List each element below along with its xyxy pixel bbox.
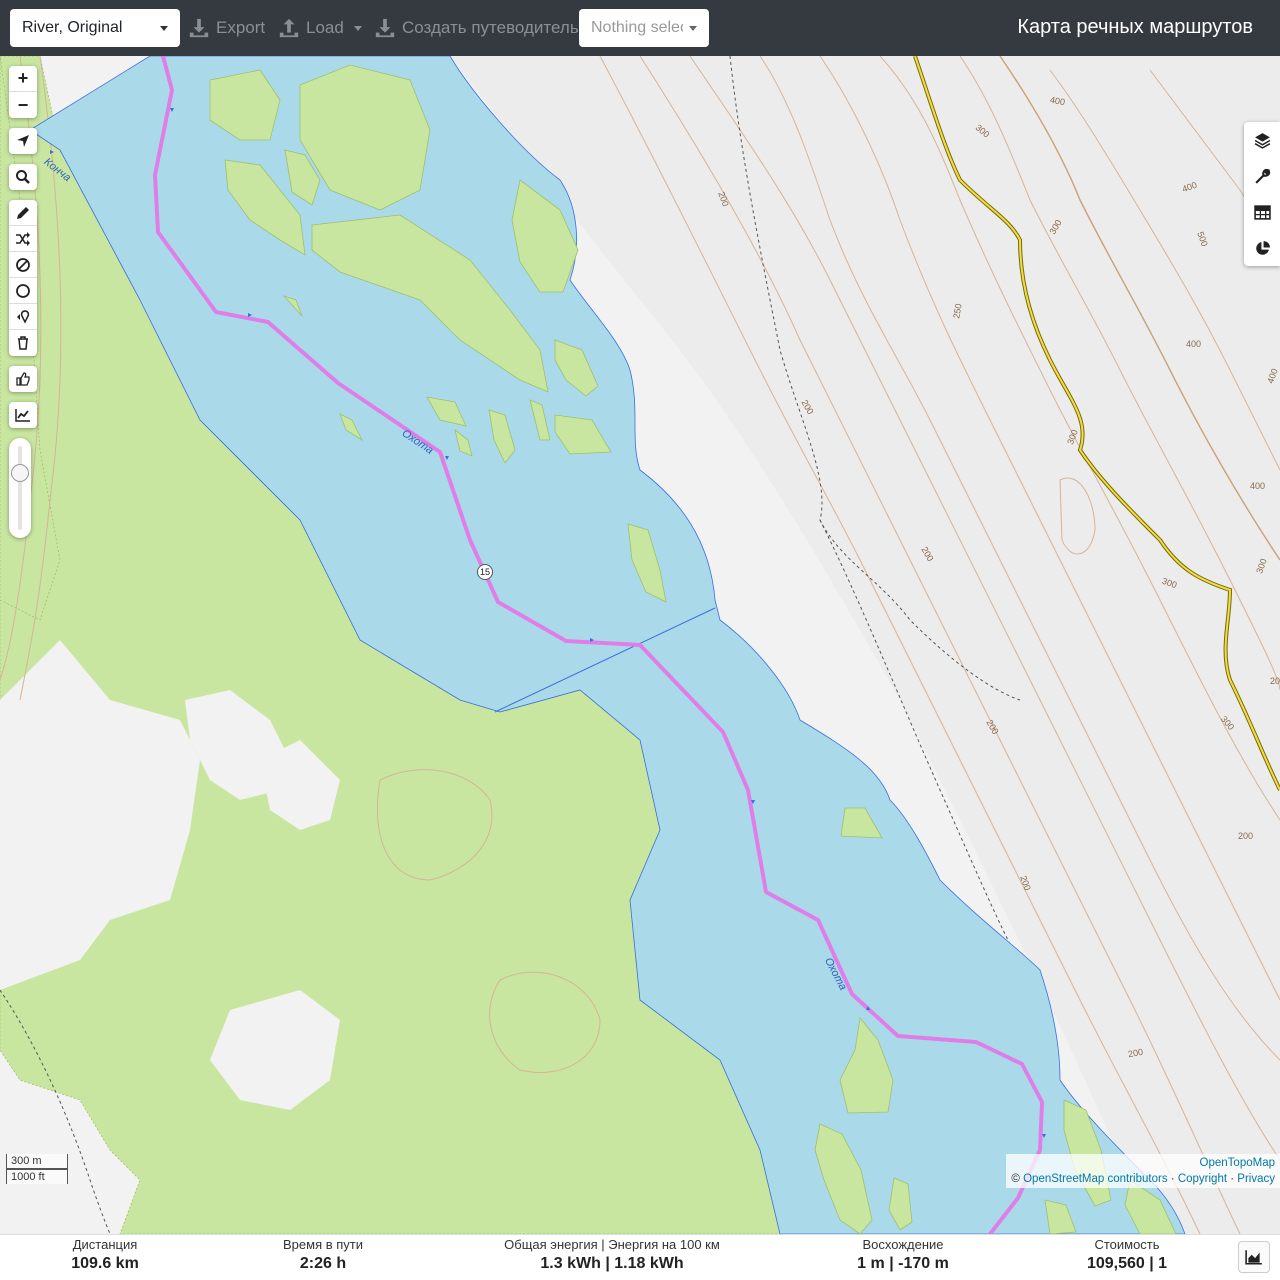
attribution-separator: ·: [1170, 1173, 1175, 1185]
routing-profile-select[interactable]: River, Original: [10, 9, 180, 47]
line-chart-icon: [15, 409, 30, 422]
stat-ascent-label: Восхождение: [862, 1237, 944, 1252]
export-label: Export: [216, 18, 266, 37]
create-guide-label: Создать путеводитель: [402, 18, 579, 37]
chevron-down-icon: [689, 26, 697, 31]
opacity-slider[interactable]: [9, 438, 31, 538]
elevation-profile-button[interactable]: [1238, 1241, 1270, 1273]
contour-label: 400: [1186, 339, 1202, 349]
stat-distance: Дистанция 109.6 km: [55, 1237, 155, 1275]
topo-map-layer: [0, 56, 1280, 1234]
export-button[interactable]: Export: [188, 0, 265, 56]
selection-dropdown[interactable]: Nothing selected: [579, 9, 709, 47]
location-arrow-icon: [17, 135, 29, 147]
opacity-slider-track: [18, 446, 22, 530]
load-button[interactable]: Load: [278, 0, 362, 56]
area-chart-icon: [1245, 1250, 1262, 1265]
top-navbar: River, Original Export Load Создать путе…: [0, 0, 1280, 56]
selection-placeholder: Nothing selected: [591, 19, 683, 36]
copyright-link[interactable]: Copyright: [1178, 1173, 1227, 1185]
stat-cost-label: Стоимость: [1094, 1237, 1160, 1252]
table-icon: [1253, 204, 1271, 220]
search-control: [9, 164, 37, 190]
zoom-in-button[interactable]: +: [9, 66, 37, 92]
privacy-link[interactable]: Privacy: [1237, 1173, 1275, 1185]
attribution-separator: ·: [1230, 1173, 1235, 1185]
routing-profile-value: River, Original: [22, 19, 123, 36]
search-icon: [16, 170, 30, 184]
opacity-slider-handle[interactable]: [11, 464, 29, 482]
map-marker-icon: [17, 309, 30, 324]
stat-travel-time: Время в пути 2:26 h: [263, 1237, 383, 1275]
contour-label: 200: [1270, 676, 1280, 686]
thumbs-up-icon: [16, 372, 30, 386]
layers-button[interactable]: [1244, 122, 1280, 158]
ban-icon: [16, 257, 30, 272]
stat-cost: Стоимость 109,560 | 1: [1062, 1237, 1192, 1275]
trash-icon: [18, 336, 28, 350]
circle-icon: [16, 283, 30, 298]
search-button[interactable]: [9, 164, 37, 190]
stat-distance-label: Дистанция: [72, 1237, 138, 1252]
feedback-control: [9, 366, 37, 392]
osm-contributors-link[interactable]: OpenStreetMap contributors: [1023, 1173, 1167, 1185]
stat-time-value: 2:26 h: [299, 1255, 347, 1272]
reverse-route-button[interactable]: [9, 226, 37, 252]
zoom-out-button[interactable]: −: [9, 92, 37, 118]
stat-ascent-value: 1 m | -170 m: [857, 1255, 949, 1272]
route-waypoint-marker[interactable]: 15: [477, 564, 493, 580]
chevron-down-icon: [353, 25, 362, 31]
draw-toolbar: [9, 200, 37, 356]
download-icon: [189, 18, 209, 38]
load-label: Load: [306, 18, 344, 37]
analysis-button[interactable]: [1244, 230, 1280, 266]
pie-chart-icon: [1255, 240, 1270, 255]
copyright-symbol: ©: [1011, 1173, 1020, 1185]
table-button[interactable]: [1244, 194, 1280, 230]
elevation-control: [9, 402, 37, 428]
route-stats-bar: Дистанция 109.6 km Время в пути 2:26 h О…: [0, 1234, 1280, 1280]
stat-distance-value: 109.6 km: [71, 1255, 139, 1272]
scale-imperial: 1000 ft: [6, 1169, 68, 1184]
draw-route-button[interactable]: [9, 200, 37, 226]
stat-energy-label: Общая энергия | Энергия на 100 км: [504, 1237, 720, 1252]
feedback-button[interactable]: [9, 366, 37, 392]
right-control-bar: [1244, 122, 1280, 266]
locate-control: [9, 128, 37, 154]
shuffle-icon: [16, 231, 30, 246]
contour-label: 200: [1238, 831, 1254, 841]
no-go-area-button[interactable]: [9, 252, 37, 278]
wrench-icon: [1254, 168, 1270, 184]
stat-ascent: Восхождение 1 m | -170 m: [843, 1237, 963, 1275]
pencil-icon: [17, 206, 29, 219]
contour-label: 400: [1250, 481, 1266, 491]
stat-cost-value: 109,560 | 1: [1086, 1255, 1168, 1272]
elevation-chart-button[interactable]: [9, 402, 37, 428]
map-canvas[interactable]: Кончa Охота Охота 15 400 300 200 400 300…: [0, 56, 1280, 1234]
stat-energy-value: 1.3 kWh | 1.18 kWh: [540, 1255, 684, 1272]
zoom-control: + −: [9, 66, 37, 118]
poi-button[interactable]: [9, 304, 37, 330]
app-title: Карта речных маршрутов: [1017, 16, 1253, 38]
scale-metric: 300 m: [6, 1154, 68, 1169]
circle-button[interactable]: [9, 278, 37, 304]
opentopomap-link[interactable]: OpenTopoMap: [1200, 1157, 1275, 1169]
layers-icon: [1254, 132, 1270, 149]
download-icon: [375, 18, 395, 38]
delete-route-button[interactable]: [9, 330, 37, 356]
create-guide-button[interactable]: Создать путеводитель: [374, 0, 579, 56]
chevron-down-icon: [160, 26, 168, 31]
scale-bar: 300 m 1000 ft: [6, 1154, 68, 1184]
stat-time-label: Время в пути: [283, 1237, 363, 1252]
locate-button[interactable]: [9, 128, 37, 154]
map-attribution: OpenTopoMap © OpenStreetMap contributors…: [1006, 1154, 1280, 1188]
stat-energy: Общая энергия | Энергия на 100 км 1.3 kW…: [492, 1237, 732, 1275]
upload-icon: [279, 18, 299, 38]
settings-button[interactable]: [1244, 158, 1280, 194]
